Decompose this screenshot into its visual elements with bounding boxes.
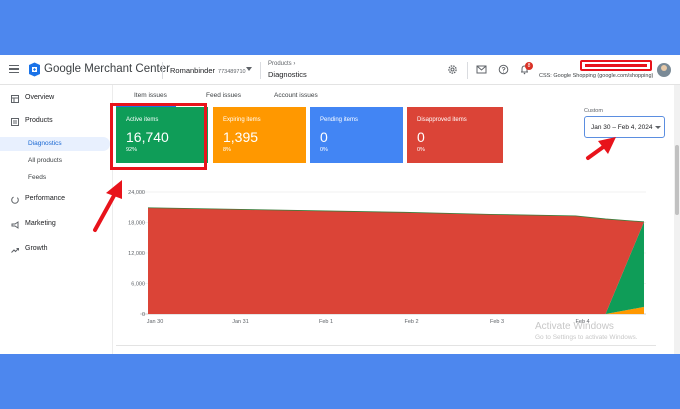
x-tick-label: Feb 2 — [405, 319, 419, 325]
activate-windows-title: Activate Windows — [535, 321, 614, 332]
notification-badge: 8 — [525, 62, 533, 70]
y-tick-label: 12,000 — [128, 251, 145, 257]
scrollbar-thumb[interactable] — [675, 145, 679, 215]
merchant-center-window: Google Merchant Center Romanbinder 773489… — [0, 55, 680, 354]
x-tick-label: Feb 1 — [319, 319, 333, 325]
scrollbar[interactable] — [674, 85, 680, 354]
x-tick-label: Jan 31 — [232, 319, 249, 325]
y-tick-label: 18,000 — [128, 221, 145, 227]
y-tick-label: 6,000 — [131, 282, 145, 288]
x-tick-label: Feb 3 — [490, 319, 504, 325]
x-tick-label: Jan 30 — [147, 319, 164, 325]
divider — [116, 345, 656, 346]
y-tick-label: 0 — [142, 312, 145, 318]
y-tick-label: 24,000 — [128, 190, 145, 196]
activate-windows-subtitle: Go to Settings to activate Windows. — [535, 334, 638, 341]
items-chart: 0 6,000 12,000 18,000 24,000 Jan 30 Jan 31 Feb … — [128, 190, 646, 325]
area-disapproved-items — [148, 207, 644, 314]
